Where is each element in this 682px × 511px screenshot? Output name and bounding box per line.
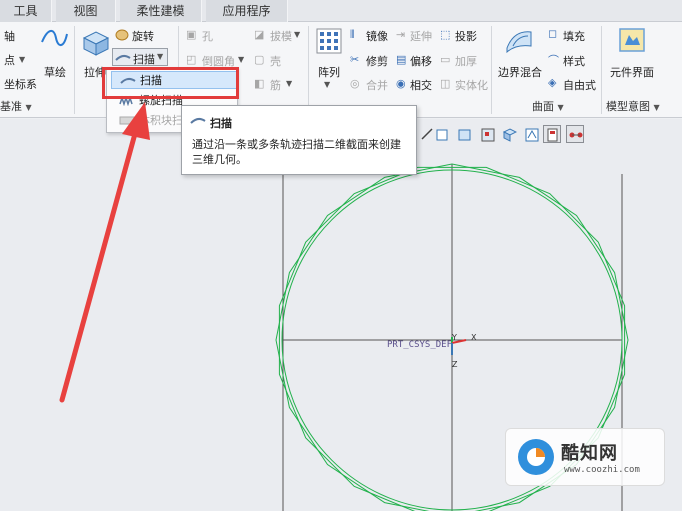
csys-axis-z-label: Z	[452, 360, 458, 369]
tab-view[interactable]: 视图	[56, 0, 116, 22]
round-dropdown-icon[interactable]: ▼	[238, 55, 244, 64]
separator	[491, 26, 492, 114]
sketch-icon[interactable]	[40, 26, 68, 50]
extend-button[interactable]: 延伸	[410, 28, 432, 44]
boundary-blend-button[interactable]: 边界混合	[498, 64, 542, 80]
model-intent-group-label[interactable]: 模型意图 ▼	[606, 98, 660, 114]
revolve-icon[interactable]	[114, 28, 130, 42]
shell-button[interactable]: 壳	[270, 53, 281, 69]
mirror-icon: ⫴	[350, 28, 355, 41]
sweep-icon	[115, 54, 131, 61]
merge-button[interactable]: 合并	[366, 77, 388, 93]
boundary-blend-icon[interactable]	[504, 26, 534, 54]
sweep-tooltip: 扫描 通过沿一条或多条轨迹扫描二维截面来创建三维几何。	[181, 105, 417, 175]
hole-button[interactable]: 孔	[202, 28, 213, 44]
tab-applications[interactable]: 应用程序	[206, 0, 288, 22]
tooltip-description: 通过沿一条或多条轨迹扫描二维截面来创建三维几何。	[192, 138, 401, 166]
watermark-url: www.coozhi.com	[564, 465, 640, 475]
point-button[interactable]: 点	[4, 52, 15, 68]
rib-icon: ◧	[254, 77, 265, 90]
surfaces-group-label[interactable]: 曲面 ▼	[532, 98, 564, 114]
rib-dropdown-icon[interactable]: ▼	[286, 79, 292, 88]
intersect-button[interactable]: 相交	[410, 77, 432, 93]
separator	[308, 26, 309, 114]
intersect-icon: ◉	[396, 77, 406, 90]
mirror-button[interactable]: 镜像	[366, 28, 388, 44]
watermark: 酷知网 www.coozhi.com	[505, 428, 665, 486]
csys-button[interactable]: 坐标系	[4, 76, 37, 92]
fill-button[interactable]: 填充	[563, 28, 585, 44]
pattern-button[interactable]: 阵列	[318, 64, 340, 80]
fill-icon: ◻	[548, 27, 558, 40]
thicken-icon: ▭	[440, 53, 451, 66]
draft-icon: ◪	[254, 28, 265, 41]
pattern-dropdown-icon[interactable]: ▼	[324, 80, 330, 89]
merge-icon: ◎	[350, 77, 360, 90]
freestyle-icon: ◈	[548, 76, 557, 89]
solidify-button[interactable]: 实体化	[455, 77, 488, 93]
solidify-icon: ◫	[440, 77, 451, 90]
offset-icon: ▤	[396, 53, 407, 66]
thicken-button[interactable]: 加厚	[455, 53, 477, 69]
tab-tools[interactable]: 工具	[0, 0, 52, 22]
sweep-button-label: 扫描	[133, 53, 155, 66]
csys-label: PRT_CSYS_DEF	[387, 340, 453, 350]
offset-button[interactable]: 偏移	[410, 53, 432, 69]
component-interface-button[interactable]: 元件界面	[610, 64, 654, 80]
tooltip-title: 扫描	[210, 117, 232, 130]
sweep-icon	[190, 117, 206, 124]
watermark-site-name: 酷知网	[561, 443, 618, 464]
csys-triad-icon	[451, 337, 467, 355]
shell-icon: ▢	[254, 53, 265, 66]
rib-button[interactable]: 筋	[270, 77, 281, 93]
extend-icon: ⇥	[396, 28, 406, 41]
freestyle-button[interactable]: 自由式	[563, 77, 596, 93]
csys-axis-x-label: X	[471, 333, 477, 342]
hole-icon: ▣	[186, 28, 197, 41]
point-dropdown-icon[interactable]: ▼	[19, 55, 25, 64]
highlight-annotation-box	[102, 67, 239, 99]
trim-icon: ✂	[350, 53, 360, 66]
sweep-split-button[interactable]: 扫描 ▼	[112, 48, 168, 66]
project-icon: ⬚	[440, 28, 451, 41]
extrude-icon[interactable]	[80, 28, 110, 56]
tab-flexible-modeling[interactable]: 柔性建模	[120, 0, 202, 22]
datum-group-label[interactable]: 基准 ▼	[0, 98, 32, 114]
draft-button[interactable]: 拔模	[270, 28, 292, 44]
pattern-icon[interactable]	[316, 28, 342, 54]
sketch-button[interactable]: 草绘	[44, 64, 66, 80]
separator	[601, 26, 602, 114]
annotation-arrow	[59, 102, 150, 403]
sweep-dropdown-icon[interactable]: ▼	[157, 52, 163, 61]
watermark-logo-icon	[518, 439, 554, 475]
axis-button[interactable]: 轴	[4, 28, 15, 44]
revolve-button[interactable]: 旋转	[132, 28, 154, 44]
trim-button[interactable]: 修剪	[366, 53, 388, 69]
draft-dropdown-icon[interactable]: ▼	[294, 30, 300, 39]
project-button[interactable]: 投影	[455, 28, 477, 44]
ribbon-tab-strip: 工具 视图 柔性建模 应用程序	[0, 0, 682, 22]
component-interface-icon[interactable]	[618, 26, 646, 54]
style-icon: ⌒	[548, 54, 559, 67]
style-button[interactable]: 样式	[563, 53, 585, 69]
round-icon: ◰	[186, 53, 197, 66]
